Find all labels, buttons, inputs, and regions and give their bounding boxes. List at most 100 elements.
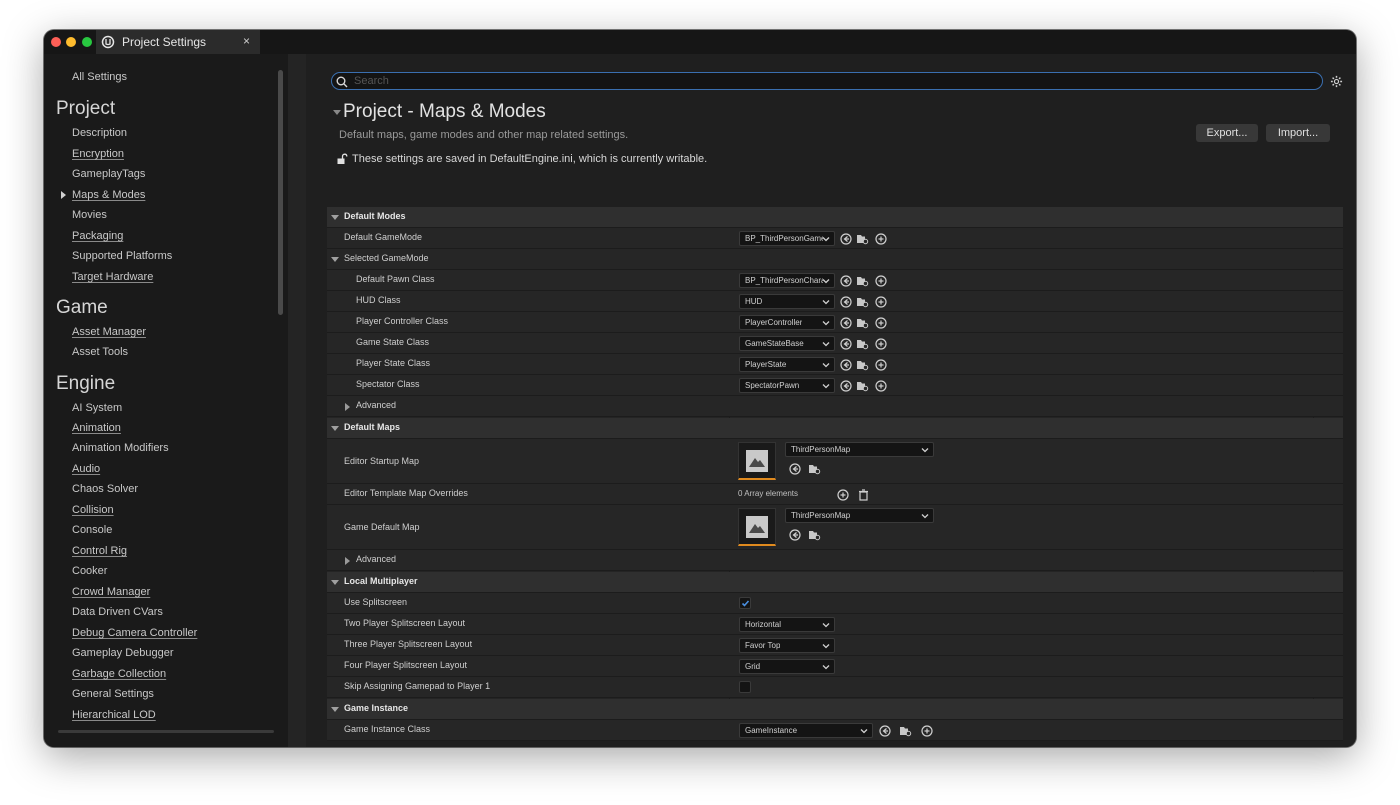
sidebar-item-cooker[interactable]: Cooker xyxy=(72,565,107,577)
sidebar-scrollbar[interactable] xyxy=(278,70,283,315)
use-splitscreen-checkbox[interactable] xyxy=(739,597,751,609)
sidebar-item-movies[interactable]: Movies xyxy=(72,209,107,221)
browse-folder-icon[interactable] xyxy=(856,274,869,287)
minimize-window-button[interactable] xyxy=(66,37,76,47)
sidebar-item-ai-system[interactable]: AI System xyxy=(72,402,122,414)
skip-gamepad-checkbox[interactable] xyxy=(739,681,751,693)
add-icon[interactable] xyxy=(874,295,887,308)
sidebar-item-packaging[interactable]: Packaging xyxy=(72,230,123,242)
sidebar-item-audio[interactable]: Audio xyxy=(72,463,100,475)
chevron-down-icon xyxy=(921,514,929,519)
browse-back-icon[interactable] xyxy=(788,462,801,475)
browse-back-icon[interactable] xyxy=(839,358,852,371)
import-button[interactable]: Import... xyxy=(1266,124,1330,142)
row-selected-gamemode[interactable]: Selected GameMode xyxy=(327,249,1343,270)
sidebar-item-data-driven-cvars[interactable]: Data Driven CVars xyxy=(72,606,163,618)
sidebar-item-general-settings[interactable]: General Settings xyxy=(72,688,154,700)
gear-icon[interactable] xyxy=(1328,73,1344,89)
combo-value: BP_ThirdPersonGameMode xyxy=(745,234,823,243)
browse-back-icon[interactable] xyxy=(839,379,852,392)
sidebar-item-target-hardware[interactable]: Target Hardware xyxy=(72,271,153,283)
game-default-map-combo[interactable]: ThirdPersonMap xyxy=(785,508,934,523)
sidebar-item-collision[interactable]: Collision xyxy=(72,504,114,516)
add-icon[interactable] xyxy=(920,724,933,737)
four-player-layout-combo[interactable]: Grid xyxy=(739,659,835,674)
sidebar-item-crowd-manager[interactable]: Crowd Manager xyxy=(72,586,150,598)
browse-folder-icon[interactable] xyxy=(856,232,869,245)
close-tab-icon[interactable]: × xyxy=(243,34,250,48)
sidebar-item-console[interactable]: Console xyxy=(72,524,112,536)
sidebar-horizontal-scrollbar[interactable] xyxy=(58,730,274,733)
add-icon[interactable] xyxy=(874,358,887,371)
search-input[interactable] xyxy=(354,74,1254,88)
two-player-layout-combo[interactable]: Horizontal xyxy=(739,617,835,632)
delete-icon[interactable] xyxy=(857,488,870,501)
search-box[interactable] xyxy=(331,72,1323,90)
row-default-pawn: Default Pawn Class BP_ThirdPersonCharact… xyxy=(327,270,1343,291)
tab-project-settings[interactable]: Project Settings × xyxy=(96,30,260,54)
editor-startup-map-combo[interactable]: ThirdPersonMap xyxy=(785,442,934,457)
sidebar-item-asset-tools[interactable]: Asset Tools xyxy=(72,346,128,358)
add-icon[interactable] xyxy=(874,274,887,287)
game-state-combo[interactable]: GameStateBase xyxy=(739,336,835,351)
add-icon[interactable] xyxy=(874,379,887,392)
export-button[interactable]: Export... xyxy=(1196,124,1258,142)
sidebar-item-gameplaytags[interactable]: GameplayTags xyxy=(72,168,145,180)
sidebar-item-encryption[interactable]: Encryption xyxy=(72,148,124,160)
browse-back-icon[interactable] xyxy=(839,232,852,245)
player-state-combo[interactable]: PlayerState xyxy=(739,357,835,372)
section-game-instance[interactable]: Game Instance xyxy=(327,699,1343,720)
sidebar-item-maps-modes[interactable]: Maps & Modes xyxy=(72,189,145,201)
browse-back-icon[interactable] xyxy=(839,295,852,308)
browse-folder-icon[interactable] xyxy=(856,379,869,392)
row-label: Game Default Map xyxy=(344,522,420,532)
sidebar-item-gameplay-debugger[interactable]: Gameplay Debugger xyxy=(72,647,174,659)
spectator-combo[interactable]: SpectatorPawn xyxy=(739,378,835,393)
map-thumbnail[interactable] xyxy=(738,508,776,546)
row-advanced-modes[interactable]: Advanced xyxy=(327,396,1343,417)
browse-back-icon[interactable] xyxy=(788,528,801,541)
maximize-window-button[interactable] xyxy=(82,37,92,47)
collapse-arrow-icon xyxy=(331,215,339,220)
sidebar-item-animation-modifiers[interactable]: Animation Modifiers xyxy=(72,442,169,454)
sidebar-item-chaos-solver[interactable]: Chaos Solver xyxy=(72,483,138,495)
browse-back-icon[interactable] xyxy=(839,337,852,350)
add-icon[interactable] xyxy=(874,316,887,329)
sidebar-item-asset-manager[interactable]: Asset Manager xyxy=(72,326,146,338)
default-pawn-combo[interactable]: BP_ThirdPersonCharacter xyxy=(739,273,835,288)
sidebar-item-garbage-collection[interactable]: Garbage Collection xyxy=(72,668,166,680)
collapse-arrow-icon[interactable] xyxy=(333,110,341,115)
close-window-button[interactable] xyxy=(51,37,61,47)
browse-folder-icon[interactable] xyxy=(856,358,869,371)
browse-back-icon[interactable] xyxy=(839,316,852,329)
add-icon[interactable] xyxy=(874,232,887,245)
sidebar-item-description[interactable]: Description xyxy=(72,127,127,139)
section-local-multiplayer[interactable]: Local Multiplayer xyxy=(327,572,1343,593)
hud-class-combo[interactable]: HUD xyxy=(739,294,835,309)
combo-value: SpectatorPawn xyxy=(745,381,800,390)
section-default-maps[interactable]: Default Maps xyxy=(327,418,1343,439)
sidebar-item-hierarchical-lod[interactable]: Hierarchical LOD xyxy=(72,709,156,721)
browse-folder-icon[interactable] xyxy=(856,337,869,350)
game-instance-class-combo[interactable]: GameInstance xyxy=(739,723,873,738)
browse-folder-icon[interactable] xyxy=(899,724,912,737)
section-default-modes[interactable]: Default Modes xyxy=(327,207,1343,228)
sidebar-item-supported-platforms[interactable]: Supported Platforms xyxy=(72,250,172,262)
row-advanced-maps[interactable]: Advanced xyxy=(327,550,1343,571)
browse-back-icon[interactable] xyxy=(839,274,852,287)
player-controller-combo[interactable]: PlayerController xyxy=(739,315,835,330)
browse-back-icon[interactable] xyxy=(878,724,891,737)
three-player-layout-combo[interactable]: Favor Top xyxy=(739,638,835,653)
add-icon[interactable] xyxy=(836,488,849,501)
browse-folder-icon[interactable] xyxy=(808,528,821,541)
sidebar-item-control-rig[interactable]: Control Rig xyxy=(72,545,127,557)
sidebar-item-debug-camera-controller[interactable]: Debug Camera Controller xyxy=(72,627,197,639)
browse-folder-icon[interactable] xyxy=(808,462,821,475)
browse-folder-icon[interactable] xyxy=(856,295,869,308)
sidebar-item-animation[interactable]: Animation xyxy=(72,422,121,434)
add-icon[interactable] xyxy=(874,337,887,350)
map-thumbnail[interactable] xyxy=(738,442,776,480)
browse-folder-icon[interactable] xyxy=(856,316,869,329)
sidebar-item-all-settings[interactable]: All Settings xyxy=(72,71,127,83)
default-gamemode-combo[interactable]: BP_ThirdPersonGameMode xyxy=(739,231,835,246)
